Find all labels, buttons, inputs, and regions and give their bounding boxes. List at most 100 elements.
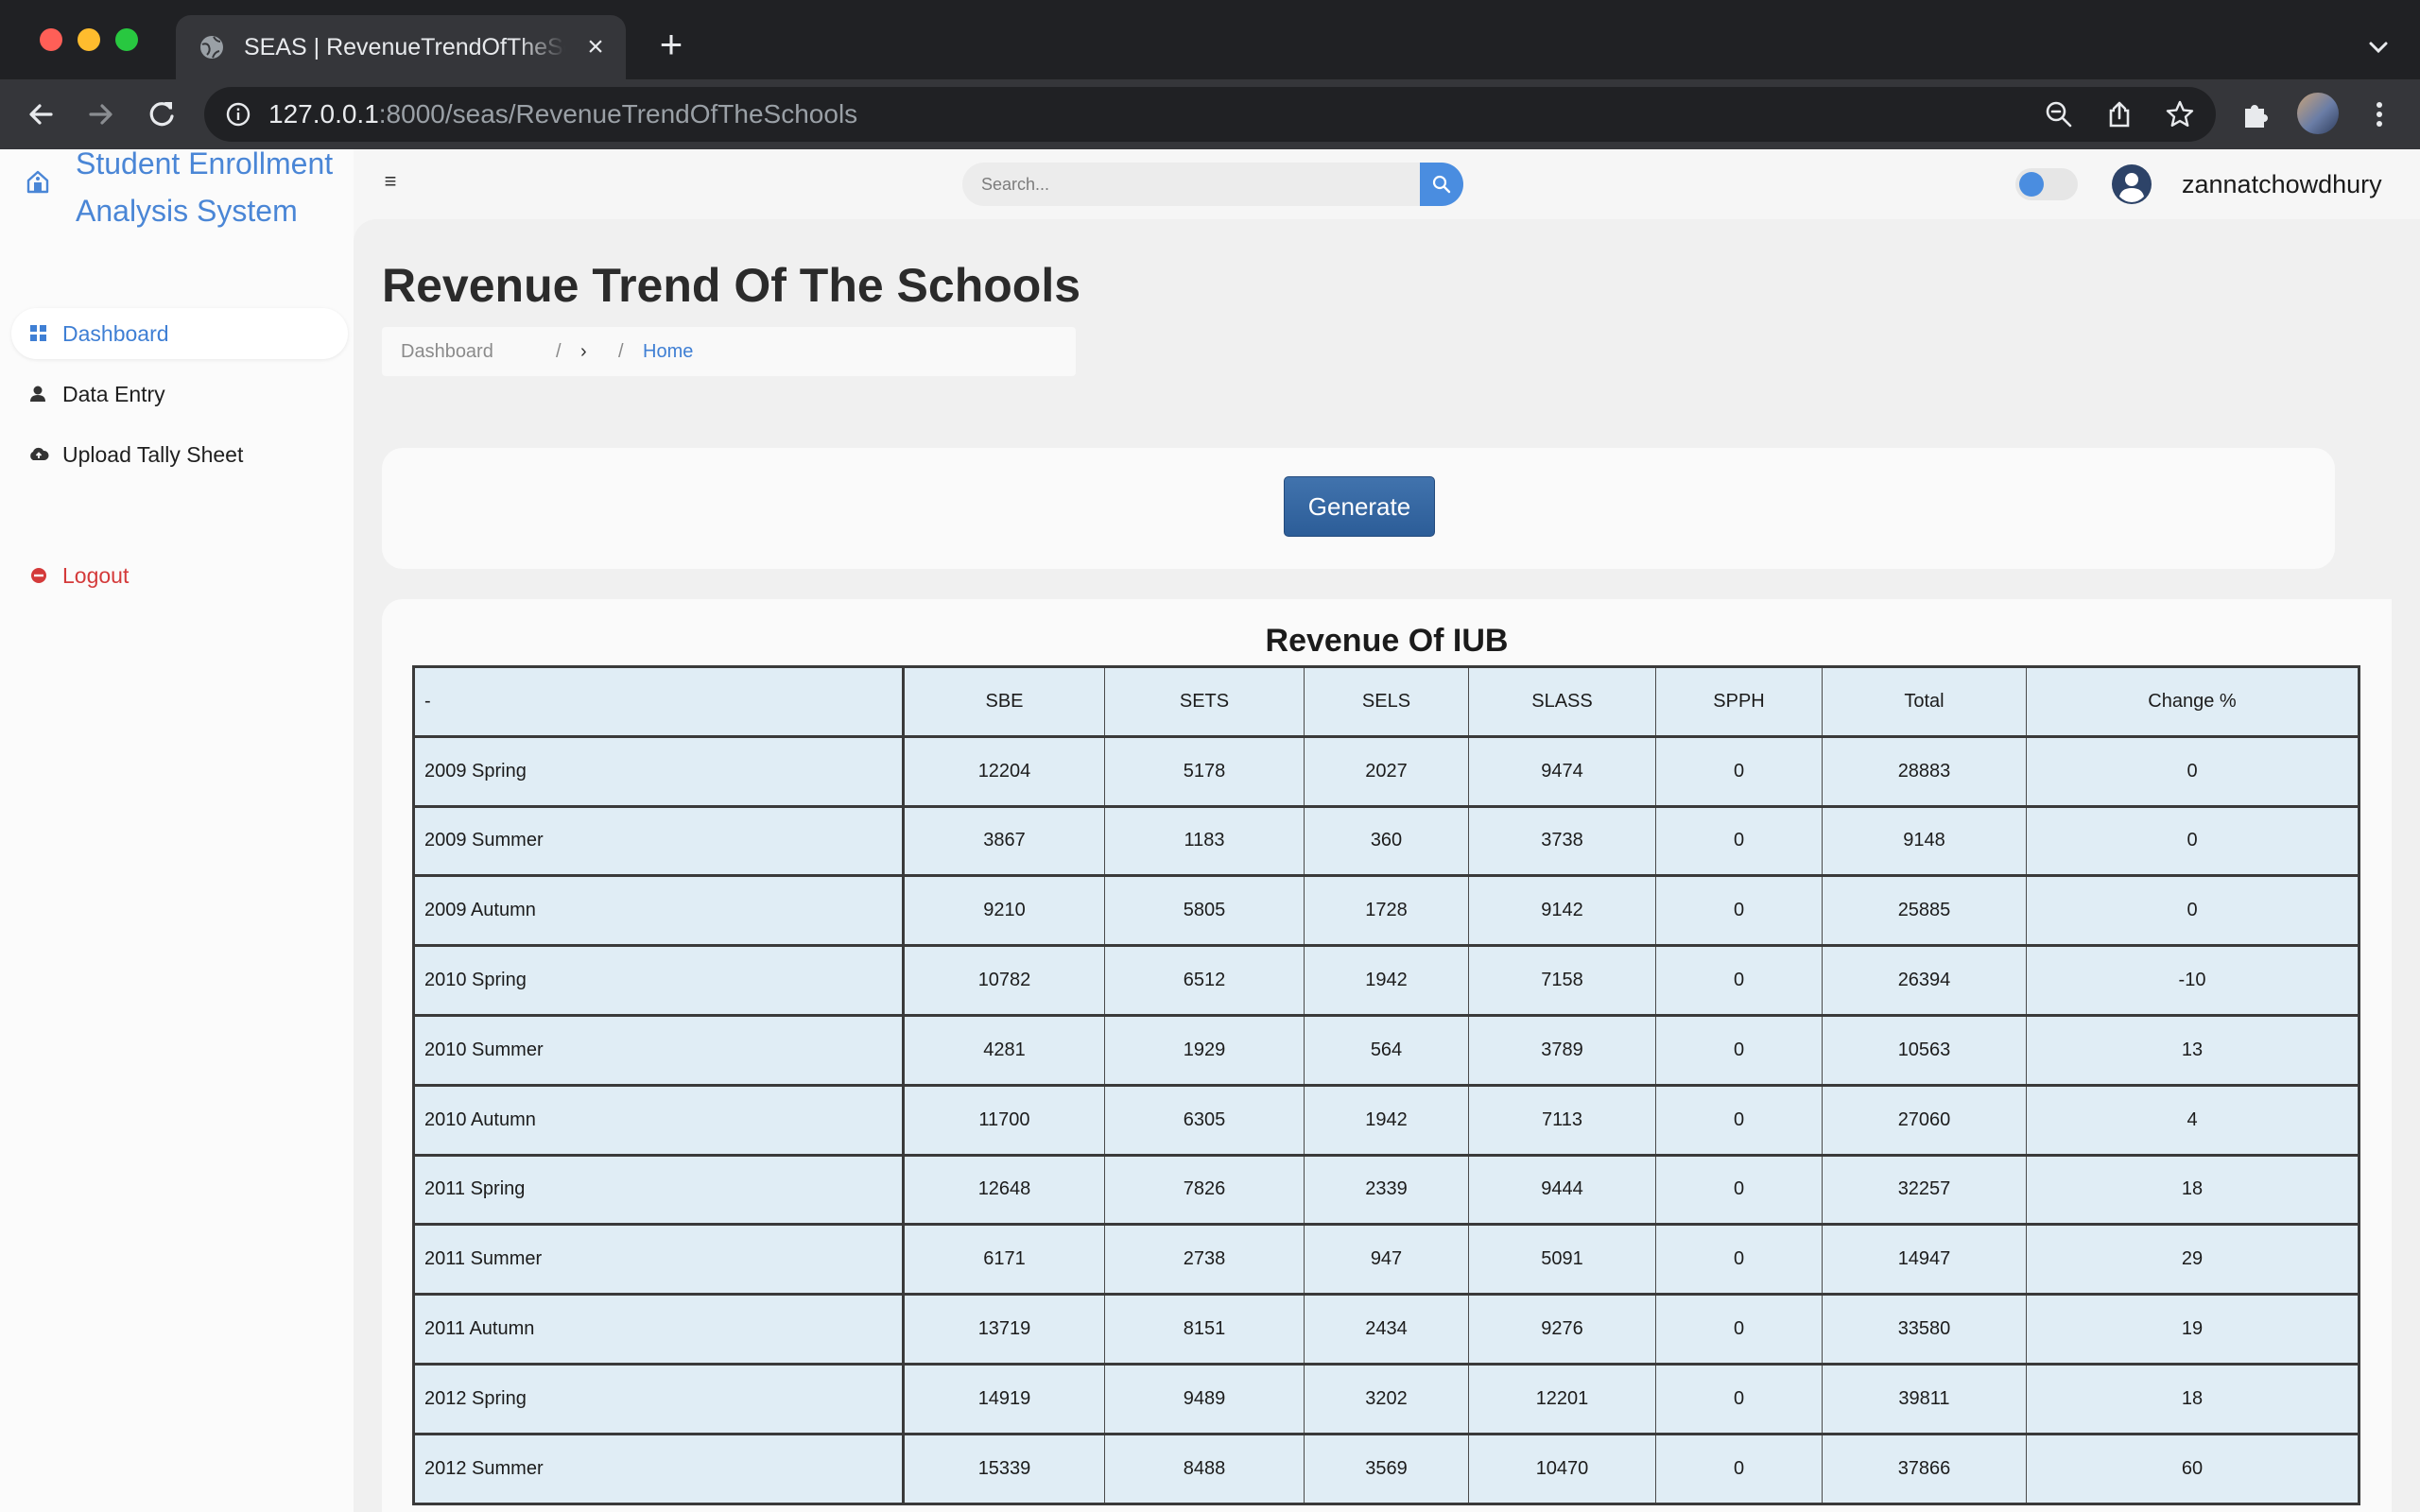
- table-cell: 7113: [1468, 1083, 1656, 1156]
- back-icon[interactable]: [21, 94, 60, 134]
- tab-close-icon[interactable]: ×: [580, 32, 611, 62]
- url-text: 127.0.0.1:8000/seas/RevenueTrendOfTheSch…: [268, 98, 857, 130]
- breadcrumb-home[interactable]: Home: [643, 339, 693, 364]
- table-cell: 7826: [1104, 1153, 1305, 1226]
- table-cell: 10470: [1468, 1432, 1656, 1504]
- breadcrumb-chevron: ›: [580, 341, 587, 362]
- table-cell: 14947: [1822, 1223, 2027, 1296]
- browser-tab[interactable]: SEAS | RevenueTrendOfTheSchools ×: [176, 15, 626, 79]
- column-header: Total: [1822, 666, 2027, 737]
- table-cell: 4: [2026, 1083, 2360, 1156]
- table-cell: 3202: [1304, 1362, 1469, 1435]
- sidebar: Student Enrollment Analysis System Dashb…: [0, 149, 354, 1512]
- table-cell: 8488: [1104, 1432, 1305, 1504]
- forward-icon[interactable]: [81, 94, 121, 134]
- table-cell: 0: [1655, 1362, 1823, 1435]
- search-button[interactable]: [1420, 163, 1463, 206]
- table-cell: 7158: [1468, 944, 1656, 1016]
- table-body: 2009 Spring 12204 5178 2027 9474 0 28883 0 2009 …: [413, 734, 2360, 1504]
- term-cell: 2011 Summer: [413, 1223, 905, 1296]
- table-cell: 12648: [903, 1153, 1105, 1226]
- table-cell: 1183: [1104, 804, 1305, 877]
- term-cell: 2009 Summer: [413, 804, 905, 877]
- term-cell: 2009 Spring: [413, 734, 905, 807]
- table-cell: 2738: [1104, 1223, 1305, 1296]
- sidebar-item-label: Upload Tally Sheet: [62, 442, 244, 467]
- brand-title[interactable]: Student Enrollment Analysis System: [76, 149, 350, 234]
- sidebar-item-label: Data Entry: [62, 382, 165, 406]
- table-cell: 8151: [1104, 1293, 1305, 1365]
- table-cell: 37866: [1822, 1432, 2027, 1504]
- info-icon[interactable]: [225, 101, 251, 128]
- address-bar[interactable]: 127.0.0.1:8000/seas/RevenueTrendOfTheSch…: [204, 87, 2216, 142]
- table-cell: 9444: [1468, 1153, 1656, 1226]
- brand-line-1: Student Enrollment: [76, 149, 334, 180]
- table-cell: 19: [2026, 1293, 2360, 1365]
- school-icon: [26, 170, 49, 194]
- column-header: SBE: [903, 666, 1105, 737]
- table-cell: 39811: [1822, 1362, 2027, 1435]
- minimize-window-button[interactable]: [78, 28, 100, 51]
- grid-icon: [30, 325, 46, 341]
- table-cell: 11700: [903, 1083, 1105, 1156]
- table-cell: 0: [1655, 1293, 1823, 1365]
- theme-toggle[interactable]: [2015, 168, 2078, 200]
- table-cell: 0: [1655, 1013, 1823, 1086]
- table-cell: 564: [1304, 1013, 1469, 1086]
- column-header: Change %: [2026, 666, 2360, 737]
- search-input[interactable]: Search...: [962, 163, 1420, 206]
- sidebar-item-label: Dashboard: [62, 321, 169, 346]
- logout-icon: [31, 568, 46, 583]
- bookmark-star-icon[interactable]: [2165, 99, 2195, 129]
- web-page: Student Enrollment Analysis System Dashb…: [0, 149, 2420, 1512]
- table-row: 2009 Spring 12204 5178 2027 9474 0 28883 0: [413, 734, 2360, 807]
- search-placeholder: Search...: [981, 175, 1050, 194]
- chevron-down-icon[interactable]: [2360, 28, 2397, 66]
- table-cell: 0: [2026, 734, 2360, 807]
- sidebar-item-dashboard[interactable]: Dashboard: [11, 308, 348, 359]
- zoom-out-icon[interactable]: [2044, 99, 2074, 129]
- table-cell: 32257: [1822, 1153, 2027, 1226]
- term-cell: 2012 Summer: [413, 1432, 905, 1504]
- menu-dots-icon[interactable]: [2360, 94, 2399, 134]
- table-cell: 25885: [1822, 874, 2027, 947]
- column-header: SELS: [1304, 666, 1469, 737]
- table-cell: 18: [2026, 1153, 2360, 1226]
- generate-button[interactable]: Generate: [1284, 476, 1435, 537]
- new-tab-button[interactable]: +: [652, 25, 690, 64]
- revenue-table: - SBE SETS SELS SLASS SPPH Total Change …: [412, 665, 2360, 1505]
- sidebar-item-upload-tally-sheet[interactable]: Upload Tally Sheet: [11, 429, 348, 480]
- search-icon: [1432, 175, 1451, 194]
- maximize-window-button[interactable]: [115, 28, 138, 51]
- reload-icon[interactable]: [142, 94, 182, 134]
- profile-avatar[interactable]: [2297, 93, 2339, 134]
- table-cell: 6171: [903, 1223, 1105, 1296]
- sidebar-item-data-entry[interactable]: Data Entry: [11, 369, 348, 420]
- table-cell: 6512: [1104, 944, 1305, 1016]
- hamburger-menu-icon[interactable]: ≡: [380, 170, 401, 193]
- share-icon[interactable]: [2104, 99, 2135, 129]
- term-cell: 2012 Spring: [413, 1362, 905, 1435]
- close-window-button[interactable]: [40, 28, 62, 51]
- username[interactable]: zannatchowdhury: [2182, 168, 2382, 200]
- table-cell: 9142: [1468, 874, 1656, 947]
- breadcrumb-separator: /: [618, 341, 624, 362]
- table-row: 2012 Spring 14919 9489 3202 12201 0 39811 18: [413, 1362, 2360, 1435]
- breadcrumb-dashboard[interactable]: Dashboard: [401, 339, 493, 364]
- column-header: SETS: [1104, 666, 1305, 737]
- table-cell: 0: [1655, 1153, 1823, 1226]
- column-header: -: [413, 666, 905, 737]
- main-content: Revenue Trend Of The Schools Dashboard /…: [354, 219, 2420, 1512]
- table-cell: 28883: [1822, 734, 2027, 807]
- user-avatar-icon[interactable]: [2110, 163, 2153, 206]
- table-title: Revenue Of IUB: [1265, 623, 1509, 659]
- sidebar-item-logout[interactable]: Logout: [11, 550, 348, 601]
- url-host: 127.0.0.1: [268, 99, 379, 129]
- table-cell: 26394: [1822, 944, 2027, 1016]
- tab-strip: SEAS | RevenueTrendOfTheSchools × +: [0, 0, 2420, 79]
- table-cell: 10563: [1822, 1013, 2027, 1086]
- table-cell: 14919: [903, 1362, 1105, 1435]
- table-row: 2011 Autumn 13719 8151 2434 9276 0 33580 19: [413, 1293, 2360, 1365]
- table-cell: 360: [1304, 804, 1469, 877]
- extensions-icon[interactable]: [2237, 94, 2276, 134]
